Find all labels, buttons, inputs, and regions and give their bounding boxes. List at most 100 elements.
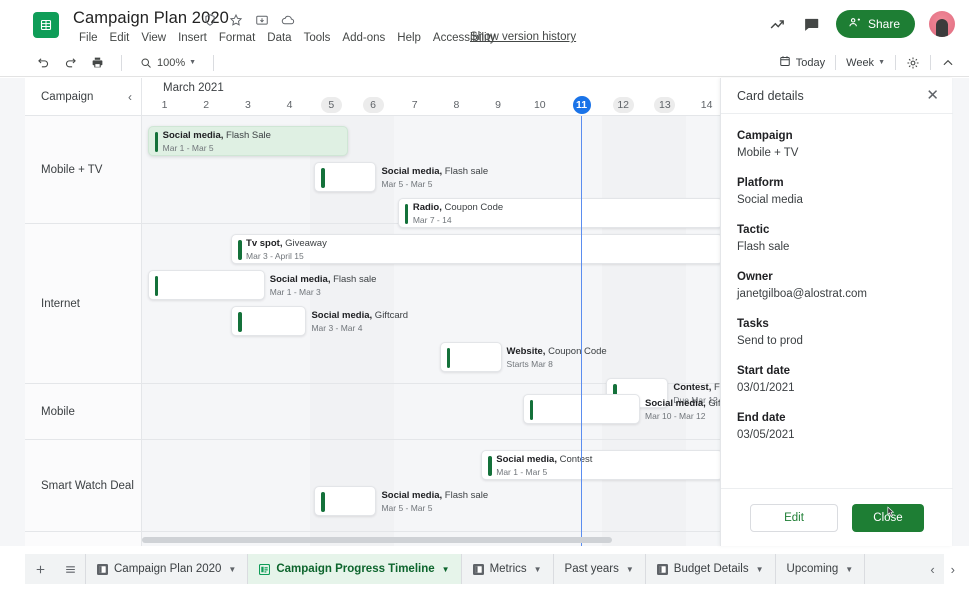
row-label-text: Smart Watch Deal xyxy=(41,479,134,492)
card-platform: Social media, xyxy=(381,490,443,501)
zoom-level-label: 100% xyxy=(157,56,186,69)
range-select[interactable]: Week ▼ xyxy=(846,57,885,69)
card-dates: Starts Mar 8 xyxy=(506,359,553,369)
redo-icon[interactable] xyxy=(63,56,77,70)
timeline-card[interactable]: Social media, Giftcard Mar 3 - Mar 4 xyxy=(231,306,408,336)
timeline-row-label-mobile: Mobile xyxy=(25,384,142,440)
card-platform: Social media, xyxy=(269,274,331,285)
card-detail-label: Tasks xyxy=(737,318,769,330)
menu-item-help[interactable]: Help xyxy=(391,31,427,45)
date-header-day-13[interactable]: 13 xyxy=(654,97,676,113)
date-header-day-10[interactable]: 10 xyxy=(529,97,550,113)
avatar[interactable] xyxy=(929,11,955,37)
sheets-logo-icon[interactable] xyxy=(33,12,59,38)
sheet-tab-upcoming[interactable]: Upcoming ▼ xyxy=(776,554,866,584)
card-accent-bar xyxy=(321,168,325,188)
menu-item-format[interactable]: Format xyxy=(213,31,261,45)
timeline-card[interactable]: Tv spot, Giveaway Mar 3 - April 15 xyxy=(231,234,720,264)
date-header-day-12[interactable]: 12 xyxy=(612,97,634,113)
undo-icon[interactable] xyxy=(36,56,50,70)
date-header-day-9[interactable]: 9 xyxy=(488,97,509,113)
card-title: Tv spot, Giveaway xyxy=(246,238,327,250)
timeline-card[interactable]: Social media, Flash sale Mar 1 - Mar 3 xyxy=(147,270,376,300)
chevron-down-icon[interactable]: ▼ xyxy=(228,565,236,574)
print-icon[interactable] xyxy=(90,56,104,70)
today-label: Today xyxy=(795,56,826,69)
menu-item-view[interactable]: View xyxy=(135,31,172,45)
card-platform: Tv spot, xyxy=(246,238,283,249)
chevron-down-icon[interactable]: ▼ xyxy=(442,565,450,574)
card-title: Social media, Giftcard xyxy=(645,398,720,410)
date-header-day-6[interactable]: 6 xyxy=(362,97,384,113)
timeline-card[interactable]: Social media, Flash Sale Mar 1 - Mar 5 xyxy=(147,126,349,156)
today-button[interactable]: Today xyxy=(779,55,825,70)
add-sheet-button[interactable] xyxy=(25,554,55,584)
star-icon[interactable] xyxy=(229,13,243,27)
trending-up-icon[interactable] xyxy=(768,14,788,34)
chevron-down-icon[interactable]: ▼ xyxy=(845,565,853,574)
timeline-card[interactable]: Website, Coupon Code Starts Mar 8 xyxy=(439,342,607,372)
timeline-row-label-internet: Internet xyxy=(25,224,142,384)
share-button[interactable]: Share xyxy=(835,10,915,38)
timeline-horizontal-scrollbar[interactable] xyxy=(142,537,720,543)
menu-item-data[interactable]: Data xyxy=(261,31,297,45)
card-text-block: Radio, Coupon Code Mar 7 - 14 xyxy=(413,202,503,226)
date-header-day-2[interactable]: 2 xyxy=(196,97,217,113)
chevron-right-icon[interactable]: › xyxy=(951,563,955,576)
card-platform: Social media, xyxy=(162,130,224,141)
close-icon[interactable]: ✕ xyxy=(926,88,939,103)
sheet-tab-budget-details[interactable]: Budget Details ▼ xyxy=(646,554,776,584)
gear-icon[interactable] xyxy=(906,56,920,70)
chevron-down-icon[interactable]: ▼ xyxy=(626,565,634,574)
timeline-card[interactable]: Radio, Coupon Code Mar 7 - 14 xyxy=(397,198,720,228)
chevron-left-icon[interactable]: ‹ xyxy=(930,563,934,576)
chevron-up-icon[interactable] xyxy=(941,56,955,70)
timeline-card[interactable]: Social media, Flash sale Mar 5 - Mar 5 xyxy=(314,486,488,516)
card-detail-field: Campaign Mobile + TV xyxy=(737,128,937,162)
sheet-tab-past-years[interactable]: Past years ▼ xyxy=(554,554,646,584)
header-actions: Share xyxy=(768,10,955,38)
show-version-history-link[interactable]: Show version history xyxy=(470,31,576,43)
close-button[interactable]: Close xyxy=(852,503,924,532)
comment-icon[interactable] xyxy=(802,14,822,34)
date-header-day-11[interactable]: 11 xyxy=(572,96,591,114)
date-header-day-3[interactable]: 3 xyxy=(237,97,258,113)
toolbar-right-group: Today Week ▼ xyxy=(779,48,955,77)
card-platform: Social media, xyxy=(381,166,443,177)
menu-item-insert[interactable]: Insert xyxy=(172,31,213,45)
menu-item-file[interactable]: File xyxy=(73,31,104,45)
sheet-tab-metrics[interactable]: Metrics ▼ xyxy=(462,554,554,584)
card-platform: Radio, xyxy=(412,202,442,213)
menu-item-edit[interactable]: Edit xyxy=(104,31,136,45)
cloud-saved-icon[interactable] xyxy=(281,13,295,27)
collapse-panel-icon[interactable]: ‹ xyxy=(128,91,132,103)
toolbar-left-group: 100% ▼ xyxy=(36,48,218,77)
menu-item-tools[interactable]: Tools xyxy=(298,31,337,45)
date-header-day-5[interactable]: 5 xyxy=(320,97,342,113)
scrollbar-thumb[interactable] xyxy=(142,537,612,543)
timeline-row-label-mobile-tv: Mobile + TV xyxy=(25,116,142,224)
card-detail-value: Flash sale xyxy=(737,241,790,253)
date-header-day-14[interactable]: 14 xyxy=(696,97,717,113)
shield-icon[interactable] xyxy=(203,13,217,27)
all-sheets-button[interactable] xyxy=(55,554,85,584)
sheet-tab-label: Campaign Progress Timeline xyxy=(276,563,435,575)
date-header-day-4[interactable]: 4 xyxy=(279,97,300,113)
timeline-card[interactable]: Social media, Flash sale Mar 5 - Mar 5 xyxy=(314,162,488,192)
sheet-tab-campaign-progress-timeline[interactable]: Campaign Progress Timeline ▼ xyxy=(248,554,462,584)
card-accent-bar xyxy=(321,492,325,512)
zoom-control[interactable]: 100% ▼ xyxy=(139,56,196,70)
card-detail-label: Campaign xyxy=(737,130,793,142)
edit-button[interactable]: Edit xyxy=(750,503,838,532)
date-header-day-8[interactable]: 8 xyxy=(446,97,467,113)
move-to-folder-icon[interactable] xyxy=(255,13,269,27)
chevron-down-icon[interactable]: ▼ xyxy=(756,565,764,574)
sheet-tab-campaign-plan-2020[interactable]: Campaign Plan 2020 ▼ xyxy=(86,554,249,584)
timeline-card[interactable]: Social media, Contest Mar 1 - Mar 5 xyxy=(481,450,720,480)
card-accent-bar xyxy=(488,456,492,476)
menu-item-add-ons[interactable]: Add-ons xyxy=(336,31,391,45)
date-header-day-1[interactable]: 1 xyxy=(154,97,175,113)
card-tactic: Flash Sale xyxy=(223,130,271,141)
chevron-down-icon[interactable]: ▼ xyxy=(534,565,542,574)
date-header-day-7[interactable]: 7 xyxy=(404,97,425,113)
